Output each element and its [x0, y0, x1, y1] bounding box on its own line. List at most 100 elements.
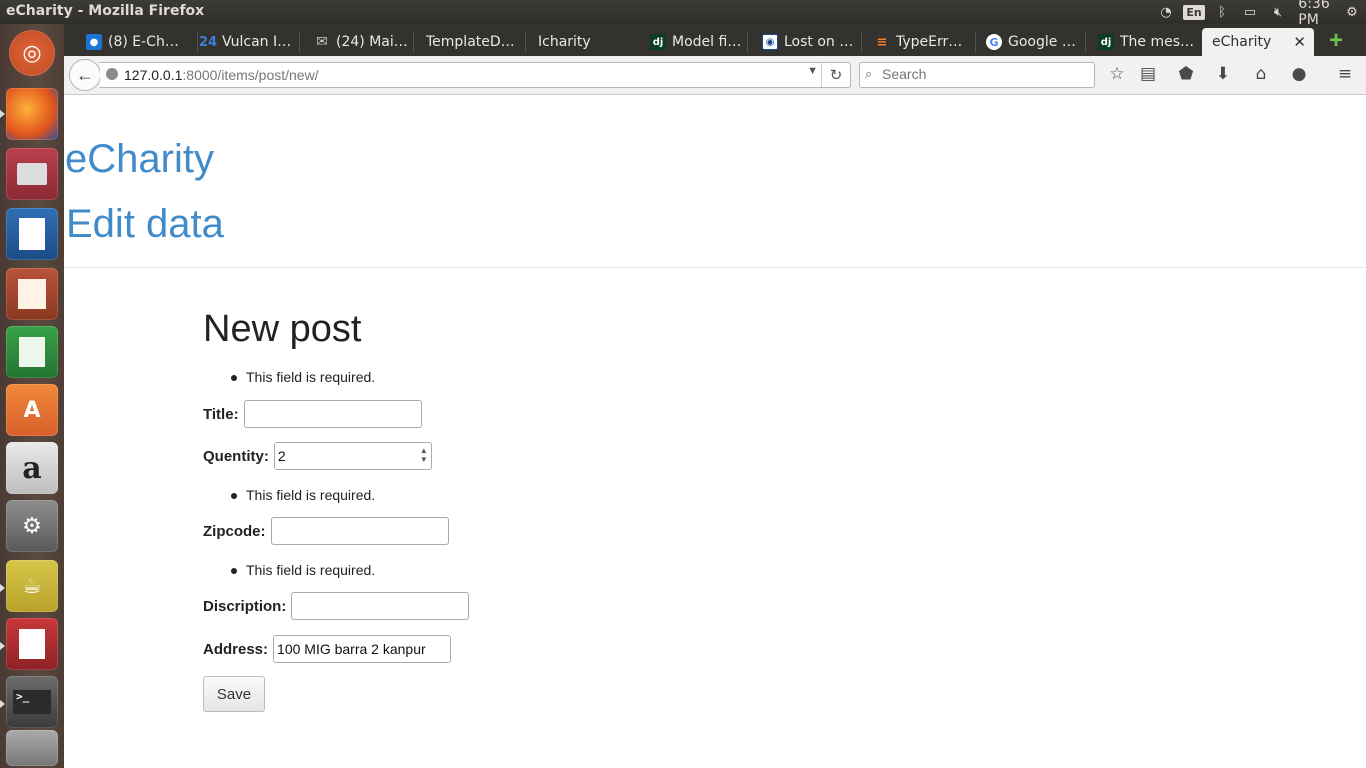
tab-separator [1085, 32, 1086, 52]
firefox-icon[interactable] [6, 88, 58, 140]
tab-separator [861, 32, 862, 52]
django-icon: dj [650, 34, 666, 50]
zipcode-label: Zipcode: [203, 522, 266, 540]
quantity-row: Quentity: ▲▼ [203, 442, 432, 470]
tab-separator [299, 32, 300, 52]
tab-label: Vulcan I… [222, 34, 292, 50]
quantity-stepper[interactable] [273, 442, 432, 470]
tab-label: (24) Mai… [336, 34, 408, 50]
address-input[interactable] [273, 635, 452, 663]
tab-label: Icharity [538, 34, 591, 50]
tab-mail[interactable]: ✉ (24) Mai… [314, 28, 414, 56]
downloads-icon[interactable]: ⬇ [1210, 62, 1236, 86]
save-button[interactable]: Save [203, 676, 265, 712]
writer-icon[interactable] [6, 208, 58, 260]
tab-google[interactable]: G Google … [986, 28, 1086, 56]
tab-the-message[interactable]: dj The mes… [1098, 28, 1198, 56]
software-center-icon[interactable]: A [6, 384, 58, 436]
clock[interactable]: 6:36 PM [1292, 0, 1338, 28]
home-icon[interactable]: ⌂ [1248, 62, 1274, 86]
wifi-icon[interactable]: ◔ [1152, 0, 1180, 24]
google-icon: G [986, 34, 1002, 50]
discription-error-message: This field is required. [230, 562, 376, 578]
tab-label: Model fi… [672, 34, 742, 50]
tab-icharity[interactable]: Icharity [538, 28, 638, 56]
tab-echarity-notifications[interactable]: ● (8) E-Ch… [86, 28, 198, 56]
history-dropdown-icon[interactable]: ▼ [807, 65, 818, 77]
search-input[interactable] [882, 65, 1082, 83]
ubuntu-dash-icon[interactable]: ◎ [9, 30, 55, 76]
tab-strip: ● (8) E-Ch… 24 Vulcan I… ✉ (24) Mai… Tem… [64, 24, 1366, 56]
url-path: :8000/items/post/new/ [182, 67, 319, 83]
tab-typeerror[interactable]: ≡ TypeErr… [874, 28, 976, 56]
discription-label: Discription: [203, 597, 287, 615]
top-panel: eCharity - Mozilla Firefox ◔ En ᛒ ▭ 🔇︎ 6… [0, 0, 1366, 28]
system-tray: ◔ En ᛒ ▭ 🔇︎ 6:36 PM ⚙ [1152, 0, 1366, 28]
search-icon: ⌕ [865, 66, 873, 81]
form-title: New post [203, 308, 362, 350]
running-indicator [0, 584, 5, 592]
page-subtitle: Edit data [66, 202, 224, 246]
tab-label: Google … [1008, 34, 1076, 50]
impress-icon[interactable] [6, 268, 58, 320]
amazon-icon[interactable]: a [6, 442, 58, 494]
reading-list-icon[interactable]: ▤ [1135, 62, 1161, 86]
tab-separator [747, 32, 748, 52]
reload-icon[interactable]: ↻ [821, 63, 850, 87]
gear-icon[interactable]: ⚙ [1338, 0, 1366, 24]
menu-icon[interactable]: ≡ [1332, 62, 1358, 86]
quantity-label: Quentity: [203, 447, 269, 465]
tab-separator [975, 32, 976, 52]
tab-label: TypeErr… [896, 34, 963, 50]
trash-icon[interactable] [6, 730, 58, 766]
tab-label: (8) E-Ch… [108, 34, 179, 50]
discription-input[interactable] [291, 592, 470, 620]
window-title: eCharity - Mozilla Firefox [6, 3, 205, 19]
tab-label: TemplateD… [426, 34, 515, 50]
quantity-wrapper: ▲▼ [273, 442, 432, 470]
pdf-viewer-icon[interactable] [6, 618, 58, 670]
tab-label: Lost on … [784, 34, 854, 50]
tab-vulcan[interactable]: 24 Vulcan I… [200, 28, 300, 56]
page-content: eCharity Edit data New post This field i… [64, 95, 1366, 768]
url-text: 127.0.0.1:8000/items/post/new/ [124, 67, 319, 83]
terminal-icon[interactable]: >_ [6, 676, 58, 728]
zipcode-row: Zipcode: [203, 517, 449, 545]
new-tab-button[interactable]: + [1322, 27, 1350, 54]
tab-templated[interactable]: TemplateD… [426, 28, 526, 56]
zipcode-input[interactable] [270, 517, 449, 545]
notification-icon: ● [86, 34, 102, 50]
battery-icon[interactable]: ▭ [1236, 0, 1264, 24]
tab-model-fields[interactable]: dj Model fi… [650, 28, 748, 56]
running-indicator [0, 110, 5, 118]
site-title-link[interactable]: eCharity [65, 137, 214, 182]
tab-echarity-active[interactable]: eCharity ✕ [1202, 28, 1314, 56]
search-bar[interactable]: ⌕ [859, 62, 1095, 88]
title-input[interactable] [243, 400, 422, 428]
site-icon: 24 [200, 34, 218, 50]
chat-icon[interactable]: ● [1286, 62, 1312, 86]
settings-icon[interactable]: ⚙ [6, 500, 58, 552]
django-icon: dj [1098, 34, 1114, 50]
tab-separator [197, 32, 198, 52]
site-info-icon[interactable] [106, 68, 118, 80]
header-divider [64, 267, 1366, 268]
teapot-app-icon[interactable]: ☕ [6, 560, 58, 612]
bookmark-star-icon[interactable]: ☆ [1104, 62, 1130, 86]
files-icon[interactable] [6, 148, 58, 200]
tab-lost-on[interactable]: ◉ Lost on … [762, 28, 862, 56]
url-bar[interactable]: 127.0.0.1:8000/items/post/new/ ▼ ↻ [100, 62, 851, 88]
keyboard-layout-indicator[interactable]: En [1180, 0, 1208, 24]
url-host: 127.0.0.1 [124, 67, 183, 83]
spinner-arrows-icon[interactable]: ▲ ▼ [420, 446, 428, 464]
back-button[interactable]: ← [69, 59, 101, 91]
mail-icon: ✉ [316, 34, 328, 50]
navigation-bar: ← 127.0.0.1:8000/items/post/new/ ▼ ↻ ⌕ ☆… [64, 56, 1366, 95]
pocket-icon[interactable]: ⬟ [1173, 62, 1199, 86]
calc-icon[interactable] [6, 326, 58, 378]
title-row: Title: [203, 400, 422, 428]
close-tab-icon[interactable]: ✕ [1293, 33, 1306, 51]
bluetooth-icon[interactable]: ᛒ [1208, 0, 1236, 24]
volume-muted-icon[interactable]: 🔇︎ [1264, 0, 1292, 24]
running-indicator [0, 642, 5, 650]
